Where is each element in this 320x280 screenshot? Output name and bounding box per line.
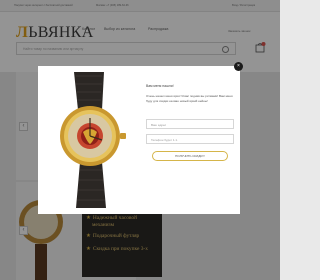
close-icon[interactable]: × xyxy=(234,62,243,71)
get-discount-button[interactable]: ПОЛУЧИТЬ СКИДКУ! xyxy=(152,151,228,162)
discount-modal: Вам меня нашли! Очень нашел меня ярко! Я… xyxy=(38,66,240,214)
name-field[interactable]: Ваш адрес xyxy=(146,119,234,130)
watch-photo xyxy=(60,72,126,208)
phone-field[interactable]: Телефон будет 1.1. xyxy=(146,134,234,145)
modal-title: Вам меня нашли! xyxy=(146,84,174,88)
modal-text: Очень нашел меня ярко! Я вас подняв вы р… xyxy=(146,94,233,103)
modal-form: Вам меня нашли! Очень нашел меня ярко! Я… xyxy=(146,84,236,162)
